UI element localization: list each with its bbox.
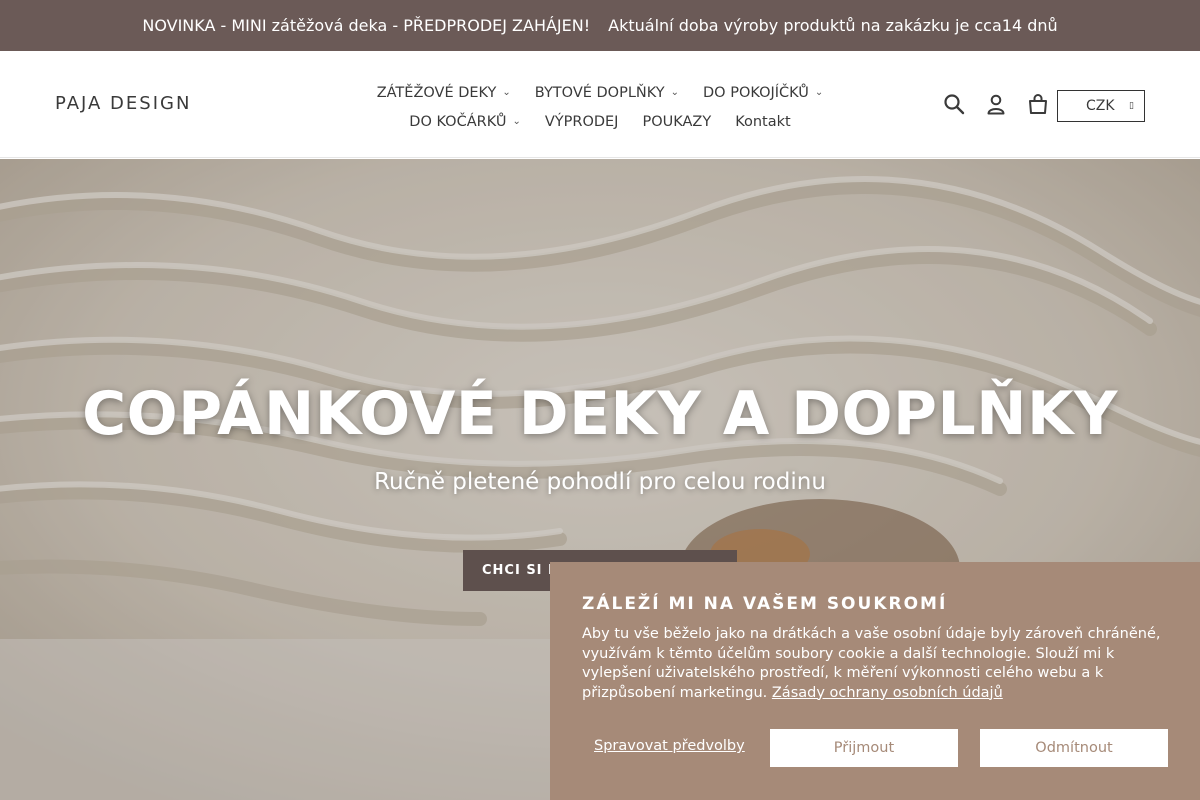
chevron-down-icon: ⌄ (670, 87, 680, 98)
nav-item-label: ZÁTĚŽOVÉ DEKY (376, 84, 497, 101)
cookie-title: ZÁLEŽÍ MI NA VAŠEM SOUKROMÍ (582, 594, 948, 614)
currency-value: CZK (1086, 98, 1115, 114)
chevron-down-icon: ⌄ (512, 116, 521, 127)
nav-item-home-accessories[interactable]: BYTOVÉ DOPLŇKY ⌄ (535, 85, 679, 101)
hero-subtitle: Ručně pletené pohodlí pro celou rodinu (374, 469, 826, 495)
announcement-left[interactable]: NOVINKA - MINI zátěžová deka - PŘEDPRODE… (142, 16, 590, 35)
cart-icon[interactable] (1027, 93, 1049, 115)
nav-item-sale[interactable]: VÝPRODEJ (545, 114, 619, 130)
announcement-right[interactable]: Aktuální doba výroby produktů na zakázku… (608, 16, 1058, 35)
privacy-policy-link[interactable]: Zásady ochrany osobních údajů (772, 685, 1003, 701)
site-header: PAJA DESIGN ZÁTĚŽOVÉ DEKY ⌄ BYTOVÉ DOPLŇ… (0, 51, 1200, 158)
nav-item-label: POUKAZY (642, 113, 712, 130)
nav-item-label: DO POKOJÍČKŮ (703, 84, 809, 101)
currency-select[interactable]: CZK ▯ (1057, 90, 1145, 122)
nav-item-vouchers[interactable]: POUKAZY (642, 114, 711, 130)
hero-title: COPÁNKOVÉ DEKY A DOPLŇKY (82, 379, 1118, 449)
search-icon[interactable] (943, 93, 965, 115)
announcement-bar: NOVINKA - MINI zátěžová deka - PŘEDPRODE… (0, 0, 1200, 51)
nav-item-label: BYTOVÉ DOPLŇKY (534, 84, 665, 101)
nav-item-stroller[interactable]: DO KOČÁRKŮ ⌄ (409, 114, 521, 130)
nav-item-weighted-blankets[interactable]: ZÁTĚŽOVÉ DEKY ⌄ (377, 85, 511, 101)
chevron-down-icon: ▯ (1129, 101, 1134, 111)
nav-row-1: ZÁTĚŽOVÉ DEKY ⌄ BYTOVÉ DOPLŇKY ⌄ DO POKO… (377, 78, 824, 107)
chevron-down-icon: ⌄ (502, 87, 511, 98)
nav-item-kids-room[interactable]: DO POKOJÍČKŮ ⌄ (703, 85, 823, 101)
nav-item-contact[interactable]: Kontakt (735, 114, 791, 130)
nav-item-label: DO KOČÁRKŮ (409, 113, 507, 130)
manage-preferences-link[interactable]: Spravovat předvolby (594, 738, 745, 754)
account-icon[interactable] (985, 93, 1007, 115)
nav-item-label: Kontakt (735, 113, 791, 130)
chevron-down-icon: ⌄ (814, 87, 824, 98)
nav-row-2: DO KOČÁRKŮ ⌄ VÝPRODEJ POUKAZY Kontakt (409, 107, 790, 136)
main-nav: ZÁTĚŽOVÉ DEKY ⌄ BYTOVÉ DOPLŇKY ⌄ DO POKO… (340, 78, 860, 136)
header-icons (943, 93, 1049, 115)
cookie-banner: ZÁLEŽÍ MI NA VAŠEM SOUKROMÍ Aby tu vše b… (550, 562, 1200, 800)
accept-button[interactable]: Přijmout (770, 729, 958, 767)
site-logo[interactable]: PAJA DESIGN (55, 93, 191, 114)
decline-button[interactable]: Odmítnout (980, 729, 1168, 767)
nav-item-label: VÝPRODEJ (544, 113, 619, 130)
cookie-text: Aby tu vše běželo jako na drátkách a vaš… (582, 625, 1172, 703)
